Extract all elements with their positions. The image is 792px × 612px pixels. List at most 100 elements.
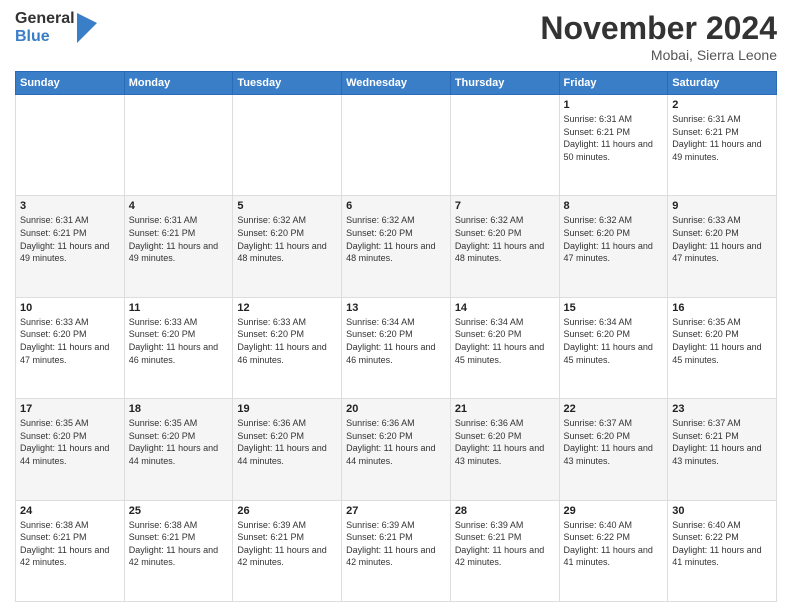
calendar-cell: 2 Sunrise: 6:31 AM Sunset: 6:21 PM Daylig… [668,95,777,196]
day-info: Sunrise: 6:36 AM Sunset: 6:20 PM Dayligh… [455,417,555,467]
day-number: 6 [346,200,446,212]
day-info: Sunrise: 6:34 AM Sunset: 6:20 PM Dayligh… [564,316,664,366]
day-number: 24 [20,505,120,517]
location: Mobai, Sierra Leone [540,47,777,63]
day-info: Sunrise: 6:39 AM Sunset: 6:21 PM Dayligh… [346,519,446,569]
calendar-day-header: Sunday [16,72,125,95]
day-info: Sunrise: 6:33 AM Sunset: 6:20 PM Dayligh… [129,316,229,366]
day-info: Sunrise: 6:40 AM Sunset: 6:22 PM Dayligh… [564,519,664,569]
day-info: Sunrise: 6:37 AM Sunset: 6:21 PM Dayligh… [672,417,772,467]
calendar-cell: 7Sunrise: 6:32 AM Sunset: 6:20 PM Daylig… [450,196,559,297]
day-info: Sunrise: 6:34 AM Sunset: 6:20 PM Dayligh… [346,316,446,366]
day-number: 19 [237,403,337,415]
calendar-cell: 1Sunrise: 6:31 AM Sunset: 6:21 PM Daylig… [559,95,668,196]
calendar-day-header: Thursday [450,72,559,95]
day-info: Sunrise: 6:36 AM Sunset: 6:20 PM Dayligh… [237,417,337,467]
day-number: 28 [455,505,555,517]
calendar-cell [124,95,233,196]
day-info: Sunrise: 6:36 AM Sunset: 6:20 PM Dayligh… [346,417,446,467]
day-info: Sunrise: 6:35 AM Sunset: 6:20 PM Dayligh… [672,316,772,366]
calendar-cell: 21 Sunrise: 6:36 AM Sunset: 6:20 PM Dayli… [450,399,559,500]
calendar-day-header: Friday [559,72,668,95]
day-number: 10 [20,302,120,314]
title-area: November 2024 Mobai, Sierra Leone [540,10,777,63]
day-number: 7 [455,200,555,212]
calendar-cell: 12Sunrise: 6:33 AM Sunset: 6:20 PM Dayli… [233,297,342,398]
day-info: Sunrise: 6:33 AM Sunset: 6:20 PM Dayligh… [237,316,337,366]
page: General Blue November 2024 Mobai, Sierra… [0,0,792,612]
calendar-cell: 10 Sunrise: 6:33 AM Sunset: 6:20 PM Dayli… [16,297,125,398]
day-number: 16 [672,302,772,314]
day-info: Sunrise: 6:32 AM Sunset: 6:20 PM Dayligh… [346,214,446,264]
day-info: Sunrise: 6:32 AM Sunset: 6:20 PM Dayligh… [564,214,664,264]
calendar-cell [450,95,559,196]
calendar-cell: 28 Sunrise: 6:39 AM Sunset: 6:21 PM Dayli… [450,500,559,601]
day-number: 2 [672,99,772,111]
day-info: Sunrise: 6:39 AM Sunset: 6:21 PM Dayligh… [455,519,555,569]
day-number: 26 [237,505,337,517]
calendar-header-row: SundayMondayTuesdayWednesdayThursdayFrid… [16,72,777,95]
calendar-cell: 3Sunrise: 6:31 AM Sunset: 6:21 PM Daylig… [16,196,125,297]
day-number: 20 [346,403,446,415]
day-number: 27 [346,505,446,517]
calendar-cell: 17 Sunrise: 6:35 AM Sunset: 6:20 PM Dayli… [16,399,125,500]
calendar-week-row: 1Sunrise: 6:31 AM Sunset: 6:21 PM Daylig… [16,95,777,196]
day-number: 11 [129,302,229,314]
day-number: 15 [564,302,664,314]
day-info: Sunrise: 6:38 AM Sunset: 6:21 PM Dayligh… [129,519,229,569]
calendar-week-row: 24 Sunrise: 6:38 AM Sunset: 6:21 PM Dayli… [16,500,777,601]
calendar-week-row: 10 Sunrise: 6:33 AM Sunset: 6:20 PM Dayli… [16,297,777,398]
day-info: Sunrise: 6:34 AM Sunset: 6:20 PM Dayligh… [455,316,555,366]
day-number: 21 [455,403,555,415]
calendar-day-header: Wednesday [342,72,451,95]
day-info: Sunrise: 6:39 AM Sunset: 6:21 PM Dayligh… [237,519,337,569]
day-number: 17 [20,403,120,415]
day-info: Sunrise: 6:38 AM Sunset: 6:21 PM Dayligh… [20,519,120,569]
logo-general-text: General [15,10,75,28]
day-info: Sunrise: 6:31 AM Sunset: 6:21 PM Dayligh… [129,214,229,264]
calendar-cell: 25Sunrise: 6:38 AM Sunset: 6:21 PM Dayli… [124,500,233,601]
calendar-week-row: 17 Sunrise: 6:35 AM Sunset: 6:20 PM Dayli… [16,399,777,500]
day-number: 23 [672,403,772,415]
calendar-cell [233,95,342,196]
month-title: November 2024 [540,10,777,47]
day-number: 13 [346,302,446,314]
day-info: Sunrise: 6:33 AM Sunset: 6:20 PM Dayligh… [20,316,120,366]
day-number: 4 [129,200,229,212]
calendar-cell: 23 Sunrise: 6:37 AM Sunset: 6:21 PM Dayli… [668,399,777,500]
calendar-cell: 16 Sunrise: 6:35 AM Sunset: 6:20 PM Dayli… [668,297,777,398]
calendar-cell: 26 Sunrise: 6:39 AM Sunset: 6:21 PM Dayli… [233,500,342,601]
calendar-cell: 9Sunrise: 6:33 AM Sunset: 6:20 PM Daylig… [668,196,777,297]
day-number: 8 [564,200,664,212]
calendar-cell [16,95,125,196]
calendar-cell: 15 Sunrise: 6:34 AM Sunset: 6:20 PM Dayli… [559,297,668,398]
logo: General Blue [15,10,97,45]
calendar-cell: 6 Sunrise: 6:32 AM Sunset: 6:20 PM Daylig… [342,196,451,297]
calendar-cell: 8 Sunrise: 6:32 AM Sunset: 6:20 PM Daylig… [559,196,668,297]
calendar-cell: 4 Sunrise: 6:31 AM Sunset: 6:21 PM Daylig… [124,196,233,297]
day-info: Sunrise: 6:37 AM Sunset: 6:20 PM Dayligh… [564,417,664,467]
calendar-cell: 22 Sunrise: 6:37 AM Sunset: 6:20 PM Dayli… [559,399,668,500]
calendar-day-header: Saturday [668,72,777,95]
calendar-cell: 24 Sunrise: 6:38 AM Sunset: 6:21 PM Dayli… [16,500,125,601]
calendar-cell: 29Sunrise: 6:40 AM Sunset: 6:22 PM Dayli… [559,500,668,601]
day-info: Sunrise: 6:31 AM Sunset: 6:21 PM Dayligh… [672,113,772,163]
calendar-week-row: 3 Sunrise: 6:31 AM Sunset: 6:21 PM Daylig… [16,196,777,297]
day-number: 3 [20,200,120,212]
calendar-cell: 18Sunrise: 6:35 AM Sunset: 6:20 PM Dayli… [124,399,233,500]
day-info: Sunrise: 6:32 AM Sunset: 6:20 PM Dayligh… [237,214,337,264]
day-number: 14 [455,302,555,314]
calendar-cell: 30Sunrise: 6:40 AM Sunset: 6:22 PM Dayli… [668,500,777,601]
calendar-cell: 14 Sunrise: 6:34 AM Sunset: 6:20 PM Dayli… [450,297,559,398]
day-info: Sunrise: 6:40 AM Sunset: 6:22 PM Dayligh… [672,519,772,569]
calendar-cell: 20 Sunrise: 6:36 AM Sunset: 6:20 PM Dayli… [342,399,451,500]
day-number: 9 [672,200,772,212]
header: General Blue November 2024 Mobai, Sierra… [15,10,777,63]
day-number: 22 [564,403,664,415]
day-info: Sunrise: 6:31 AM Sunset: 6:21 PM Dayligh… [564,113,664,163]
day-info: Sunrise: 6:35 AM Sunset: 6:20 PM Dayligh… [20,417,120,467]
calendar-cell: 5Sunrise: 6:32 AM Sunset: 6:20 PM Daylig… [233,196,342,297]
calendar-day-header: Monday [124,72,233,95]
calendar-day-header: Tuesday [233,72,342,95]
calendar-cell: 19 Sunrise: 6:36 AM Sunset: 6:20 PM Dayli… [233,399,342,500]
